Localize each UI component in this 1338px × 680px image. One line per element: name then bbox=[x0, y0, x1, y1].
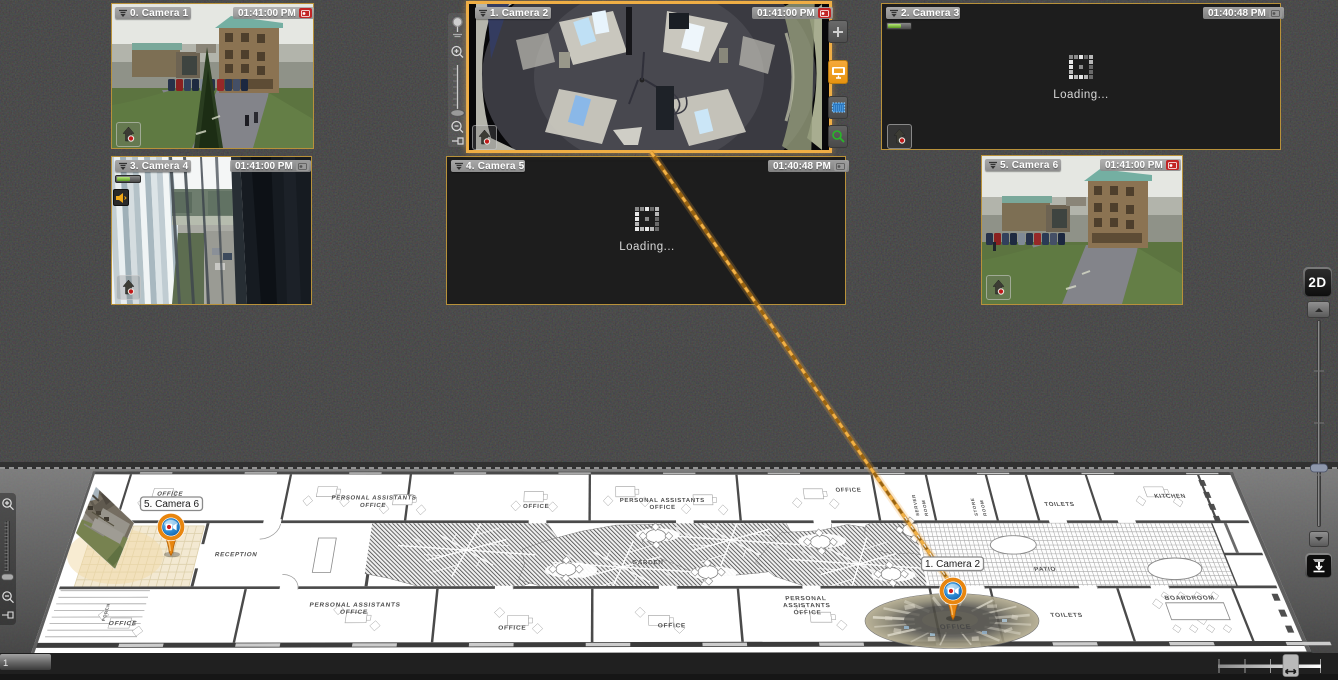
svg-text:TOILETS: TOILETS bbox=[1044, 501, 1076, 508]
svg-text:OFFICE: OFFICE bbox=[793, 609, 822, 616]
svg-text:KITCHEN: KITCHEN bbox=[1153, 493, 1187, 500]
svg-text:PATIO: PATIO bbox=[1033, 566, 1057, 573]
svg-text:OFFICE: OFFICE bbox=[339, 609, 368, 616]
svg-text:GARDEN: GARDEN bbox=[632, 559, 664, 566]
svg-text:PERSONAL ASSISTANTS: PERSONAL ASSISTANTS bbox=[620, 498, 705, 504]
svg-text:ASSISTANTS: ASSISTANTS bbox=[783, 602, 831, 609]
svg-text:RECEPTION: RECEPTION bbox=[214, 551, 258, 558]
svg-text:OFFICE: OFFICE bbox=[108, 620, 138, 627]
svg-text:1: 1 bbox=[3, 658, 8, 669]
svg-text:PERSONAL ASSISTANTS: PERSONAL ASSISTANTS bbox=[331, 496, 417, 502]
svg-text:OFFICE: OFFICE bbox=[156, 491, 184, 498]
svg-text:PERSONAL: PERSONAL bbox=[785, 595, 827, 602]
svg-text:OFFICE: OFFICE bbox=[658, 623, 687, 630]
svg-text:OFFICE: OFFICE bbox=[939, 623, 972, 631]
svg-text:OFFICE: OFFICE bbox=[649, 505, 675, 511]
svg-text:OFFICE: OFFICE bbox=[359, 503, 386, 509]
svg-text:BOARDROOM: BOARDROOM bbox=[1164, 595, 1216, 602]
svg-text:OFFICE: OFFICE bbox=[498, 625, 527, 632]
svg-text:OFFICE: OFFICE bbox=[523, 504, 549, 510]
svg-text:TOILETS: TOILETS bbox=[1050, 612, 1084, 619]
svg-text:PERSONAL ASSISTANTS: PERSONAL ASSISTANTS bbox=[309, 602, 401, 609]
svg-text:OFFICE: OFFICE bbox=[835, 488, 862, 494]
